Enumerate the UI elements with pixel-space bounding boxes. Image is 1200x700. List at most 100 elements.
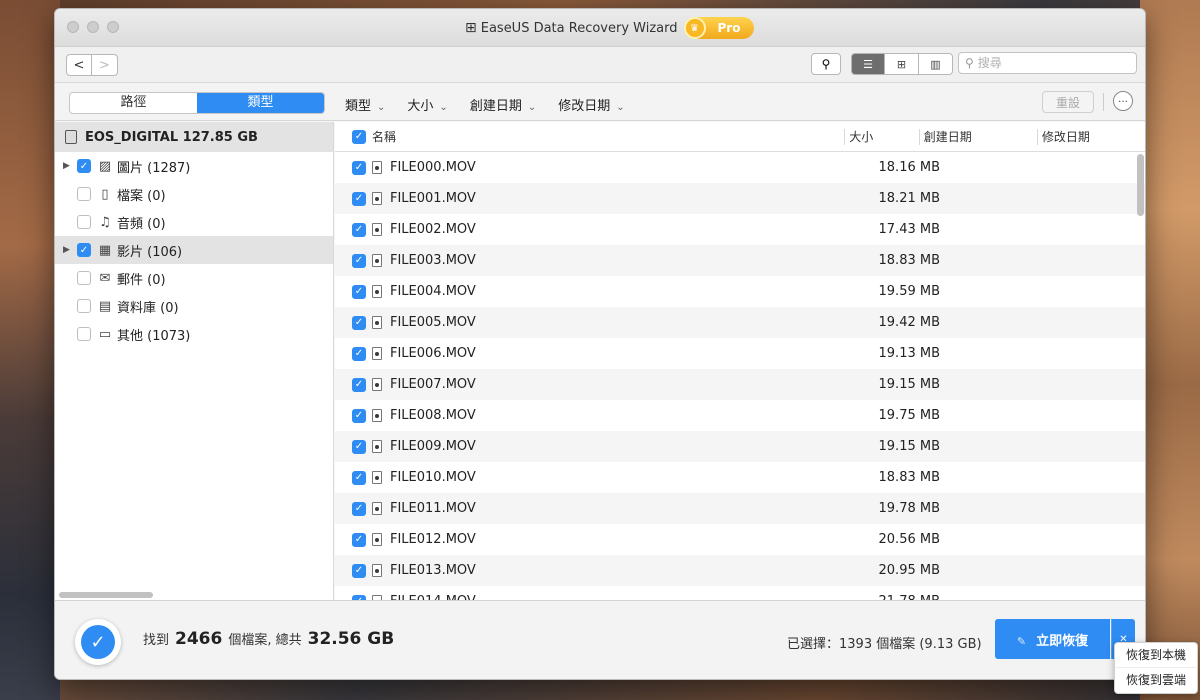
forward-button[interactable]: > — [92, 54, 118, 76]
video-file-icon — [372, 502, 382, 515]
table-row[interactable]: ✓ FILE006.MOV 19.13 MB — [335, 338, 1145, 369]
more-options-icon[interactable]: … — [1113, 91, 1133, 111]
sidebar-category-item[interactable]: ▤ 資料庫 (0) — [55, 292, 333, 320]
category-checkbox[interactable] — [77, 271, 91, 285]
drive-header[interactable]: EOS_DIGITAL 127.85 GB — [55, 122, 333, 152]
file-name: FILE008.MOV — [390, 408, 476, 423]
category-label: 郵件 (0) — [117, 272, 166, 288]
table-row[interactable]: ✓ FILE003.MOV 18.83 MB — [335, 245, 1145, 276]
category-label: 圖片 (1287) — [117, 160, 191, 176]
table-row[interactable]: ✓ FILE010.MOV 18.83 MB — [335, 462, 1145, 493]
row-checkbox[interactable]: ✓ — [352, 408, 366, 423]
table-row[interactable]: ✓ FILE005.MOV 19.42 MB — [335, 307, 1145, 338]
disclosure-triangle-icon[interactable]: ▶ — [63, 245, 73, 255]
sidebar-category-item[interactable]: ✉ 郵件 (0) — [55, 264, 333, 292]
row-checkbox[interactable]: ✓ — [352, 315, 366, 330]
row-checkbox[interactable]: ✓ — [352, 377, 366, 392]
row-checkbox[interactable]: ✓ — [352, 532, 366, 547]
category-checkbox[interactable] — [77, 187, 91, 201]
filter-created-dropdown[interactable]: 創建日期 ⌄ — [470, 95, 536, 114]
view-segment-control: 路徑 類型 — [69, 92, 325, 114]
back-button[interactable]: < — [66, 54, 92, 76]
filter-button[interactable]: ⚲ — [811, 53, 841, 75]
file-name: FILE013.MOV — [390, 563, 476, 578]
table-row[interactable]: ✓ FILE011.MOV 19.78 MB — [335, 493, 1145, 524]
sidebar-horizontal-scrollbar[interactable] — [59, 592, 153, 598]
preview-view-button[interactable]: ▥ — [919, 53, 953, 75]
column-created[interactable]: 創建日期 — [920, 128, 1037, 145]
row-checkbox[interactable]: ✓ — [352, 284, 366, 299]
table-row[interactable]: ✓ FILE013.MOV 20.95 MB — [335, 555, 1145, 586]
sidebar-category-item[interactable]: ▯ 檔案 (0) — [55, 180, 333, 208]
table-row[interactable]: ✓ FILE000.MOV 18.16 MB — [335, 152, 1145, 183]
table-row[interactable]: ✓ FILE012.MOV 20.56 MB — [335, 524, 1145, 555]
pro-badge[interactable]: ♛ Pro — [683, 17, 755, 39]
category-checkbox[interactable] — [77, 327, 91, 341]
minimize-window-button[interactable] — [87, 21, 99, 33]
disclosure-triangle-icon[interactable]: ▶ — [63, 161, 73, 171]
video-file-icon — [372, 316, 382, 329]
table-row[interactable]: ✓FILE014.MOV21.78 MB — [335, 586, 1145, 600]
category-checkbox[interactable] — [77, 215, 91, 229]
search-input[interactable] — [977, 56, 1118, 70]
menu-item-recover-cloud[interactable]: 恢復到雲端 — [1115, 668, 1197, 693]
file-list-scrollbar[interactable] — [1137, 154, 1144, 216]
zoom-window-button[interactable] — [107, 21, 119, 33]
filter-modified-dropdown[interactable]: 修改日期 ⌄ — [558, 95, 624, 114]
sidebar-category-item[interactable]: ♫ 音頻 (0) — [55, 208, 333, 236]
reset-button[interactable]: 重設 — [1042, 91, 1094, 113]
row-checkbox[interactable]: ✓ — [352, 501, 366, 516]
tab-type[interactable]: 類型 — [197, 93, 324, 113]
row-checkbox[interactable]: ✓ — [352, 191, 366, 206]
sidebar-category-item[interactable]: ▶ ✓ ▨ 圖片 (1287) — [55, 152, 333, 180]
tab-path[interactable]: 路徑 — [70, 93, 197, 113]
search-box[interactable]: ⚲ — [958, 52, 1137, 74]
row-checkbox[interactable]: ✓ — [352, 222, 366, 237]
category-checkbox[interactable]: ✓ — [77, 243, 91, 257]
filter-size-dropdown[interactable]: 大小 ⌄ — [407, 95, 447, 114]
navigation-buttons: < > — [66, 54, 118, 76]
table-row[interactable]: ✓ FILE001.MOV 18.21 MB — [335, 183, 1145, 214]
list-icon: ☰ — [863, 57, 873, 71]
close-window-button[interactable] — [67, 21, 79, 33]
filter-icon: ⚲ — [821, 57, 831, 71]
sidebar-category-item[interactable]: ▶ ✓ ▦ 影片 (106) — [55, 236, 333, 264]
table-row[interactable]: ✓ FILE007.MOV 19.15 MB — [335, 369, 1145, 400]
row-checkbox[interactable]: ✓ — [352, 563, 366, 578]
database-icon: ▤ — [98, 298, 112, 314]
row-checkbox[interactable]: ✓ — [352, 439, 366, 454]
menu-item-recover-local[interactable]: 恢復到本機 — [1115, 643, 1197, 668]
file-name: FILE010.MOV — [390, 470, 476, 485]
document-icon: ▯ — [101, 186, 109, 202]
table-row[interactable]: ✓ FILE008.MOV 19.75 MB — [335, 400, 1145, 431]
recover-now-button[interactable]: ✎ 立即恢復 — [995, 619, 1110, 659]
filter-bar: 路徑 類型 類型 ⌄ 大小 ⌄ 創建日期 ⌄ 修改日期 ⌄ 重設 … — [55, 83, 1145, 121]
table-row[interactable]: ✓ FILE009.MOV 19.15 MB — [335, 431, 1145, 462]
list-view-button[interactable]: ☰ — [851, 53, 885, 75]
scan-complete-badge: ✓ — [75, 619, 121, 665]
window-controls — [67, 21, 119, 33]
column-modified[interactable]: 修改日期 — [1038, 128, 1145, 145]
category-checkbox[interactable] — [77, 299, 91, 313]
column-name[interactable]: 名稱 — [372, 128, 844, 145]
row-checkbox[interactable]: ✓ — [352, 160, 366, 175]
column-size[interactable]: 大小 — [845, 128, 918, 145]
row-checkbox[interactable]: ✓ — [352, 253, 366, 268]
select-all-checkbox[interactable]: ✓ — [352, 129, 366, 144]
view-mode-group: ☰ ⊞ ▥ — [851, 53, 953, 75]
category-tree: ▶ ✓ ▨ 圖片 (1287) ▯ 檔案 (0) ♫ 音頻 (0) ▶ ✓ ▦ 影片 (106) ✉ 郵件… — [55, 152, 333, 348]
found-prefix: 找到 — [143, 633, 170, 648]
table-row[interactable]: ✓ FILE004.MOV 19.59 MB — [335, 276, 1145, 307]
file-size: 19.15 MB — [878, 377, 940, 392]
filter-dropdowns: 類型 ⌄ 大小 ⌄ 創建日期 ⌄ 修改日期 ⌄ — [345, 95, 625, 114]
video-file-icon — [372, 285, 382, 298]
video-file-icon — [372, 409, 382, 422]
row-checkbox[interactable]: ✓ — [352, 346, 366, 361]
grid-icon: ⊞ — [896, 57, 907, 71]
grid-view-button[interactable]: ⊞ — [885, 53, 919, 75]
filter-type-dropdown[interactable]: 類型 ⌄ — [345, 95, 385, 114]
row-checkbox[interactable]: ✓ — [352, 470, 366, 485]
sidebar-category-item[interactable]: ▭ 其他 (1073) — [55, 320, 333, 348]
table-row[interactable]: ✓ FILE002.MOV 17.43 MB — [335, 214, 1145, 245]
category-checkbox[interactable]: ✓ — [77, 159, 91, 173]
